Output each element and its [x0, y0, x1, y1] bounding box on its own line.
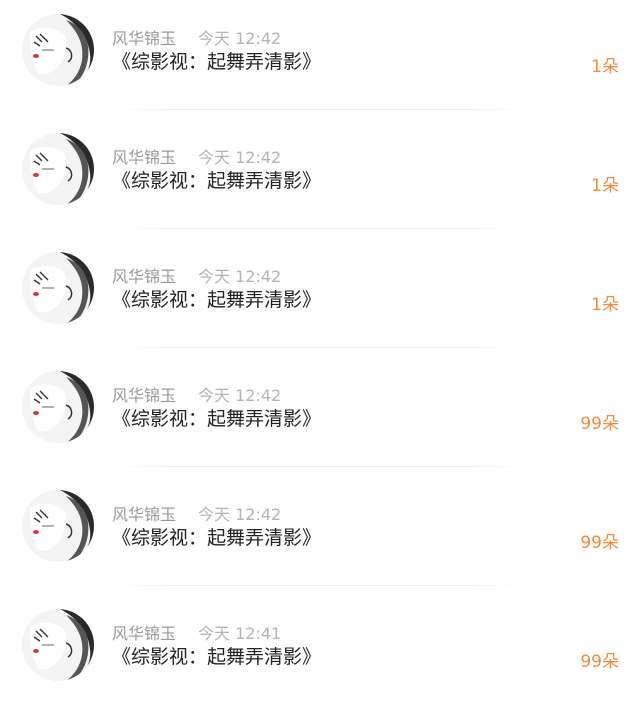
avatar-portrait-icon [22, 252, 94, 324]
book-title[interactable]: 《综影视：起舞弄清影》 [112, 526, 321, 550]
list-item[interactable]: 风华锦玉 今天 12:42 《综影视：起舞弄清影》 99朵 [0, 476, 640, 595]
book-title[interactable]: 《综影视：起舞弄清影》 [112, 50, 321, 74]
list-item[interactable]: 风华锦玉 今天 12:42 《综影视：起舞弄清影》 1朵 [0, 238, 640, 357]
timestamp: 今天 12:42 [198, 386, 282, 405]
username[interactable]: 风华锦玉 [112, 29, 176, 49]
flower-count: 99朵 [580, 533, 619, 553]
username[interactable]: 风华锦玉 [112, 505, 176, 525]
username[interactable]: 风华锦玉 [112, 386, 176, 406]
timestamp: 今天 12:41 [198, 624, 282, 643]
book-title[interactable]: 《综影视：起舞弄清影》 [112, 288, 321, 312]
divider [112, 347, 527, 348]
timestamp: 今天 12:42 [198, 29, 282, 48]
divider [112, 466, 527, 467]
divider [112, 228, 527, 229]
flower-count: 99朵 [580, 414, 619, 434]
flower-count: 99朵 [580, 652, 619, 672]
flower-count: 1朵 [591, 57, 619, 77]
flower-count: 1朵 [591, 176, 619, 196]
username[interactable]: 风华锦玉 [112, 267, 176, 287]
timestamp: 今天 12:42 [198, 267, 282, 286]
user-avatar[interactable] [22, 133, 94, 205]
flower-count: 1朵 [591, 295, 619, 315]
divider [112, 585, 527, 586]
username[interactable]: 风华锦玉 [112, 148, 176, 168]
user-avatar[interactable] [22, 490, 94, 562]
user-avatar[interactable] [22, 14, 94, 86]
timestamp: 今天 12:42 [198, 505, 282, 524]
book-title[interactable]: 《综影视：起舞弄清影》 [112, 645, 321, 669]
divider [112, 109, 527, 110]
user-avatar[interactable] [22, 252, 94, 324]
book-title[interactable]: 《综影视：起舞弄清影》 [112, 407, 321, 431]
book-title[interactable]: 《综影视：起舞弄清影》 [112, 169, 321, 193]
avatar-portrait-icon [22, 609, 94, 681]
timestamp: 今天 12:42 [198, 148, 282, 167]
list-item[interactable]: 风华锦玉 今天 12:42 《综影视：起舞弄清影》 1朵 [0, 0, 640, 119]
list-item[interactable]: 风华锦玉 今天 12:42 《综影视：起舞弄清影》 99朵 [0, 357, 640, 476]
avatar-portrait-icon [22, 371, 94, 443]
user-avatar[interactable] [22, 609, 94, 681]
user-avatar[interactable] [22, 371, 94, 443]
gift-record-list: 风华锦玉 今天 12:42 《综影视：起舞弄清影》 1朵 风华锦玉 今天 12:… [0, 0, 640, 702]
list-item[interactable]: 风华锦玉 今天 12:41 《综影视：起舞弄清影》 99朵 [0, 595, 640, 714]
avatar-portrait-icon [22, 14, 94, 86]
list-item[interactable]: 风华锦玉 今天 12:42 《综影视：起舞弄清影》 1朵 [0, 119, 640, 238]
avatar-portrait-icon [22, 490, 94, 562]
username[interactable]: 风华锦玉 [112, 624, 176, 644]
avatar-portrait-icon [22, 133, 94, 205]
